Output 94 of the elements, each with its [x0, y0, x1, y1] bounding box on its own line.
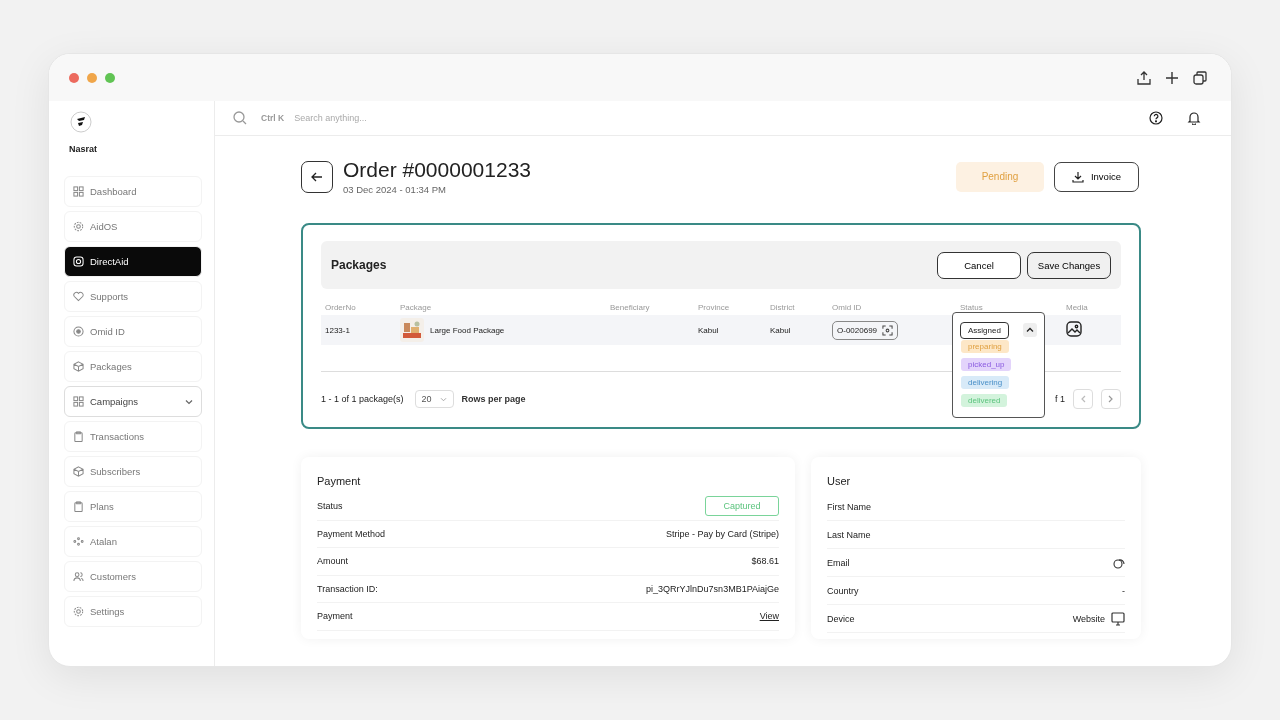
sidebar-item[interactable]: Settings [64, 596, 202, 627]
status-option[interactable]: picked_up [961, 357, 1012, 371]
table-cell: Large Food Package [430, 325, 505, 335]
user-name: Nasrat [69, 144, 98, 154]
scan-icon[interactable] [882, 324, 894, 336]
shortcut-hint: Ctrl K [261, 113, 285, 123]
sidebar-item[interactable]: Packages [64, 351, 202, 382]
column-header: OrderNo [325, 302, 357, 312]
panel-title: Packages [331, 258, 387, 272]
maximize-dot[interactable] [105, 72, 115, 83]
column-header: Beneficiary [610, 302, 651, 312]
card-title: Payment [317, 475, 362, 487]
column-header: Media [1066, 302, 1089, 312]
field-label: Payment Method [317, 528, 386, 539]
sidebar-item[interactable]: Atalan [64, 526, 202, 557]
field-label: Last Name [827, 529, 871, 540]
chevron-right-icon [1108, 395, 1114, 403]
field-label: First Name [827, 501, 871, 512]
monitor-icon [1111, 611, 1125, 626]
field-value: pi_3QRrYJlnDu7sn3MB1PAiajGe [646, 583, 779, 594]
field-value: $68.61 [751, 556, 779, 567]
field-label: Email [827, 557, 850, 568]
download-icon [1071, 170, 1084, 183]
field-label: Payment [317, 611, 353, 622]
arrow-left-icon [311, 171, 323, 182]
sidebar-item[interactable]: Dashboard [64, 176, 202, 207]
nav-icon [73, 466, 84, 477]
id-chip: O-0020699 [832, 320, 899, 340]
view-link[interactable]: View [759, 611, 779, 622]
column-header: Status [960, 302, 984, 312]
nav-icon [73, 396, 84, 407]
sidebar-item[interactable]: Transactions [64, 421, 202, 452]
sidebar-item[interactable]: Supports [64, 281, 202, 312]
logo-icon [70, 111, 92, 133]
copy-icon[interactable] [1193, 70, 1207, 85]
field-label: Country [827, 585, 859, 596]
field-label: Status [317, 501, 343, 512]
bell-icon[interactable] [1187, 111, 1201, 125]
field-label: Device [827, 613, 855, 624]
page-text: f 1 [1055, 394, 1065, 404]
order-title: Order #0000001233 [343, 158, 531, 182]
save-button[interactable]: Save Changes [1027, 251, 1111, 279]
table-cell-text: Kabul [698, 325, 720, 335]
chevron-left-icon [1080, 395, 1086, 403]
search-icon [233, 111, 247, 125]
nav-icon [73, 431, 84, 442]
order-date: 03 Dec 2024 - 01:34 PM [343, 184, 447, 195]
field-value: - [1122, 585, 1125, 596]
help-icon[interactable] [1149, 111, 1163, 125]
rows-per-page-label: Rows per page [461, 394, 526, 404]
nav-icon [73, 221, 84, 232]
share-icon[interactable] [1137, 70, 1151, 85]
card-title: User [827, 475, 852, 487]
nav-icon [73, 571, 84, 582]
sidebar-item[interactable]: Campaigns [64, 386, 202, 417]
nav-icon [73, 361, 84, 372]
status-badge: Captured [705, 496, 779, 517]
status-option[interactable]: delivering [961, 375, 1010, 389]
page-size-select[interactable]: 20 [414, 390, 454, 408]
sidebar-item[interactable]: Subscribers [64, 456, 202, 487]
back-button[interactable] [301, 160, 333, 193]
chevron-down-icon [185, 398, 193, 405]
image-icon[interactable] [1066, 321, 1082, 337]
nav-icon [73, 186, 84, 197]
nav-icon [73, 326, 84, 337]
field-label: Transaction ID: [317, 583, 378, 594]
table-cell-text: 1233-1 [325, 325, 351, 335]
sidebar-item[interactable]: DirectAid [64, 246, 202, 277]
nav-icon [73, 291, 84, 302]
sidebar-item[interactable]: AidOS [64, 211, 202, 242]
column-header: Package [400, 302, 433, 312]
field-value: Stripe - Pay by Card (Stripe) [665, 528, 779, 539]
table-cell-text: Kabul [770, 325, 792, 335]
cancel-button[interactable]: Cancel [937, 251, 1021, 279]
nav-icon [73, 256, 84, 267]
column-header: Omid ID [832, 302, 863, 312]
close-dot[interactable] [69, 72, 79, 83]
column-header: Province [698, 302, 731, 312]
field-value: Website [1072, 613, 1105, 624]
sidebar-item[interactable]: Customers [64, 561, 202, 592]
plus-icon[interactable] [1165, 70, 1179, 85]
copy-icon[interactable] [1113, 556, 1125, 569]
sidebar-item[interactable]: Omid ID [64, 316, 202, 347]
field-label: Amount [317, 556, 349, 567]
column-header: District [770, 302, 796, 312]
nav-icon [73, 536, 84, 547]
chevron-down-icon [439, 396, 447, 402]
status-badge: Pending [956, 161, 1044, 192]
nav-icon [73, 606, 84, 617]
range-text: 1 - 1 of 1 package(s) [321, 394, 404, 404]
minimize-dot[interactable] [87, 72, 97, 83]
sidebar-item[interactable]: Plans [64, 491, 202, 522]
nav-icon [73, 501, 84, 512]
invoice-button[interactable]: Invoice [1054, 161, 1139, 192]
